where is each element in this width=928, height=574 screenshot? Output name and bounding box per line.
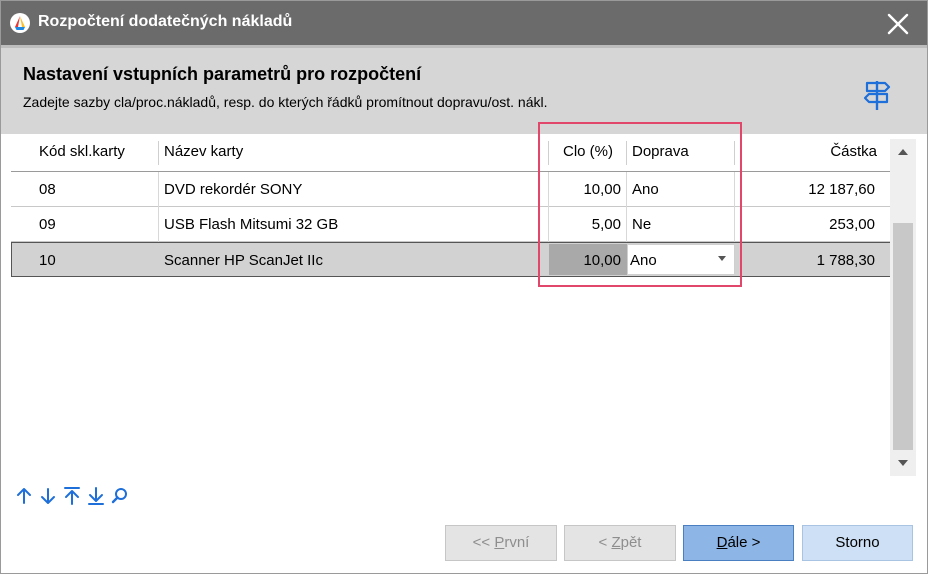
cell-doprava[interactable]: Ano <box>630 252 657 269</box>
cell-castka: 12 187,60 <box>808 181 875 198</box>
scrollbar-thumb[interactable] <box>893 223 913 450</box>
cell-code: 09 <box>39 216 56 233</box>
scroll-down-icon[interactable] <box>890 450 916 476</box>
cell-name: Scanner HP ScanJet IIc <box>164 252 323 269</box>
cell-code: 08 <box>39 181 56 198</box>
table-row[interactable]: 09 USB Flash Mitsumi 32 GB 5,00 Ne 253,0… <box>11 207 891 242</box>
vertical-scrollbar[interactable] <box>890 139 916 476</box>
dialog-window: Rozpočtení dodatečných nákladů Nastavení… <box>0 0 928 574</box>
column-header-clo[interactable]: Clo (%) <box>563 143 613 160</box>
arrow-up-icon[interactable] <box>15 486 33 506</box>
app-logo-icon <box>10 13 30 33</box>
back-button[interactable]: < Zpět <box>564 525 676 561</box>
wizard-header: Nastavení vstupních parametrů pro rozpoč… <box>1 45 927 134</box>
grid-header: Kód skl.karty Název karty Clo (%) Doprav… <box>11 134 891 172</box>
cell-name: USB Flash Mitsumi 32 GB <box>164 216 339 233</box>
cell-name: DVD rekordér SONY <box>164 181 303 198</box>
page-subtitle: Zadejte sazby cla/proc.nákladů, resp. do… <box>23 94 548 110</box>
arrow-down-icon[interactable] <box>39 486 57 506</box>
cell-clo[interactable]: 10,00 <box>583 252 621 269</box>
next-button[interactable]: Dále > <box>683 525 794 561</box>
signpost-icon[interactable] <box>862 78 892 112</box>
column-header-doprava[interactable]: Doprava <box>632 143 689 160</box>
cell-code: 10 <box>39 252 56 269</box>
items-grid: Kód skl.karty Název karty Clo (%) Doprav… <box>11 134 891 474</box>
cell-castka: 1 788,30 <box>816 252 875 269</box>
table-row[interactable]: 08 DVD rekordér SONY 10,00 Ano 12 187,60 <box>11 172 891 207</box>
title-bar: Rozpočtení dodatečných nákladů <box>1 1 927 45</box>
column-header-code[interactable]: Kód skl.karty <box>39 143 125 160</box>
cell-doprava[interactable]: Ano <box>632 181 659 198</box>
search-icon[interactable] <box>111 486 129 506</box>
column-header-name[interactable]: Název karty <box>164 143 243 160</box>
arrow-top-icon[interactable] <box>63 486 81 506</box>
window-title: Rozpočtení dodatečných nákladů <box>38 13 293 30</box>
cell-doprava[interactable]: Ne <box>632 216 651 233</box>
scroll-up-icon[interactable] <box>890 139 916 165</box>
cell-castka: 253,00 <box>829 216 875 233</box>
first-button[interactable]: << První <box>445 525 557 561</box>
chevron-down-icon[interactable] <box>718 256 726 261</box>
page-title: Nastavení vstupních parametrů pro rozpoč… <box>23 64 422 84</box>
table-row-selected[interactable]: 10 Scanner HP ScanJet IIc 10,00 Ano 1 78… <box>11 242 891 277</box>
column-header-castka[interactable]: Částka <box>830 143 877 160</box>
cell-clo[interactable]: 5,00 <box>592 216 621 233</box>
cell-clo[interactable]: 10,00 <box>583 181 621 198</box>
close-icon[interactable] <box>885 11 911 37</box>
cancel-button[interactable]: Storno <box>802 525 913 561</box>
arrow-bottom-icon[interactable] <box>87 486 105 506</box>
